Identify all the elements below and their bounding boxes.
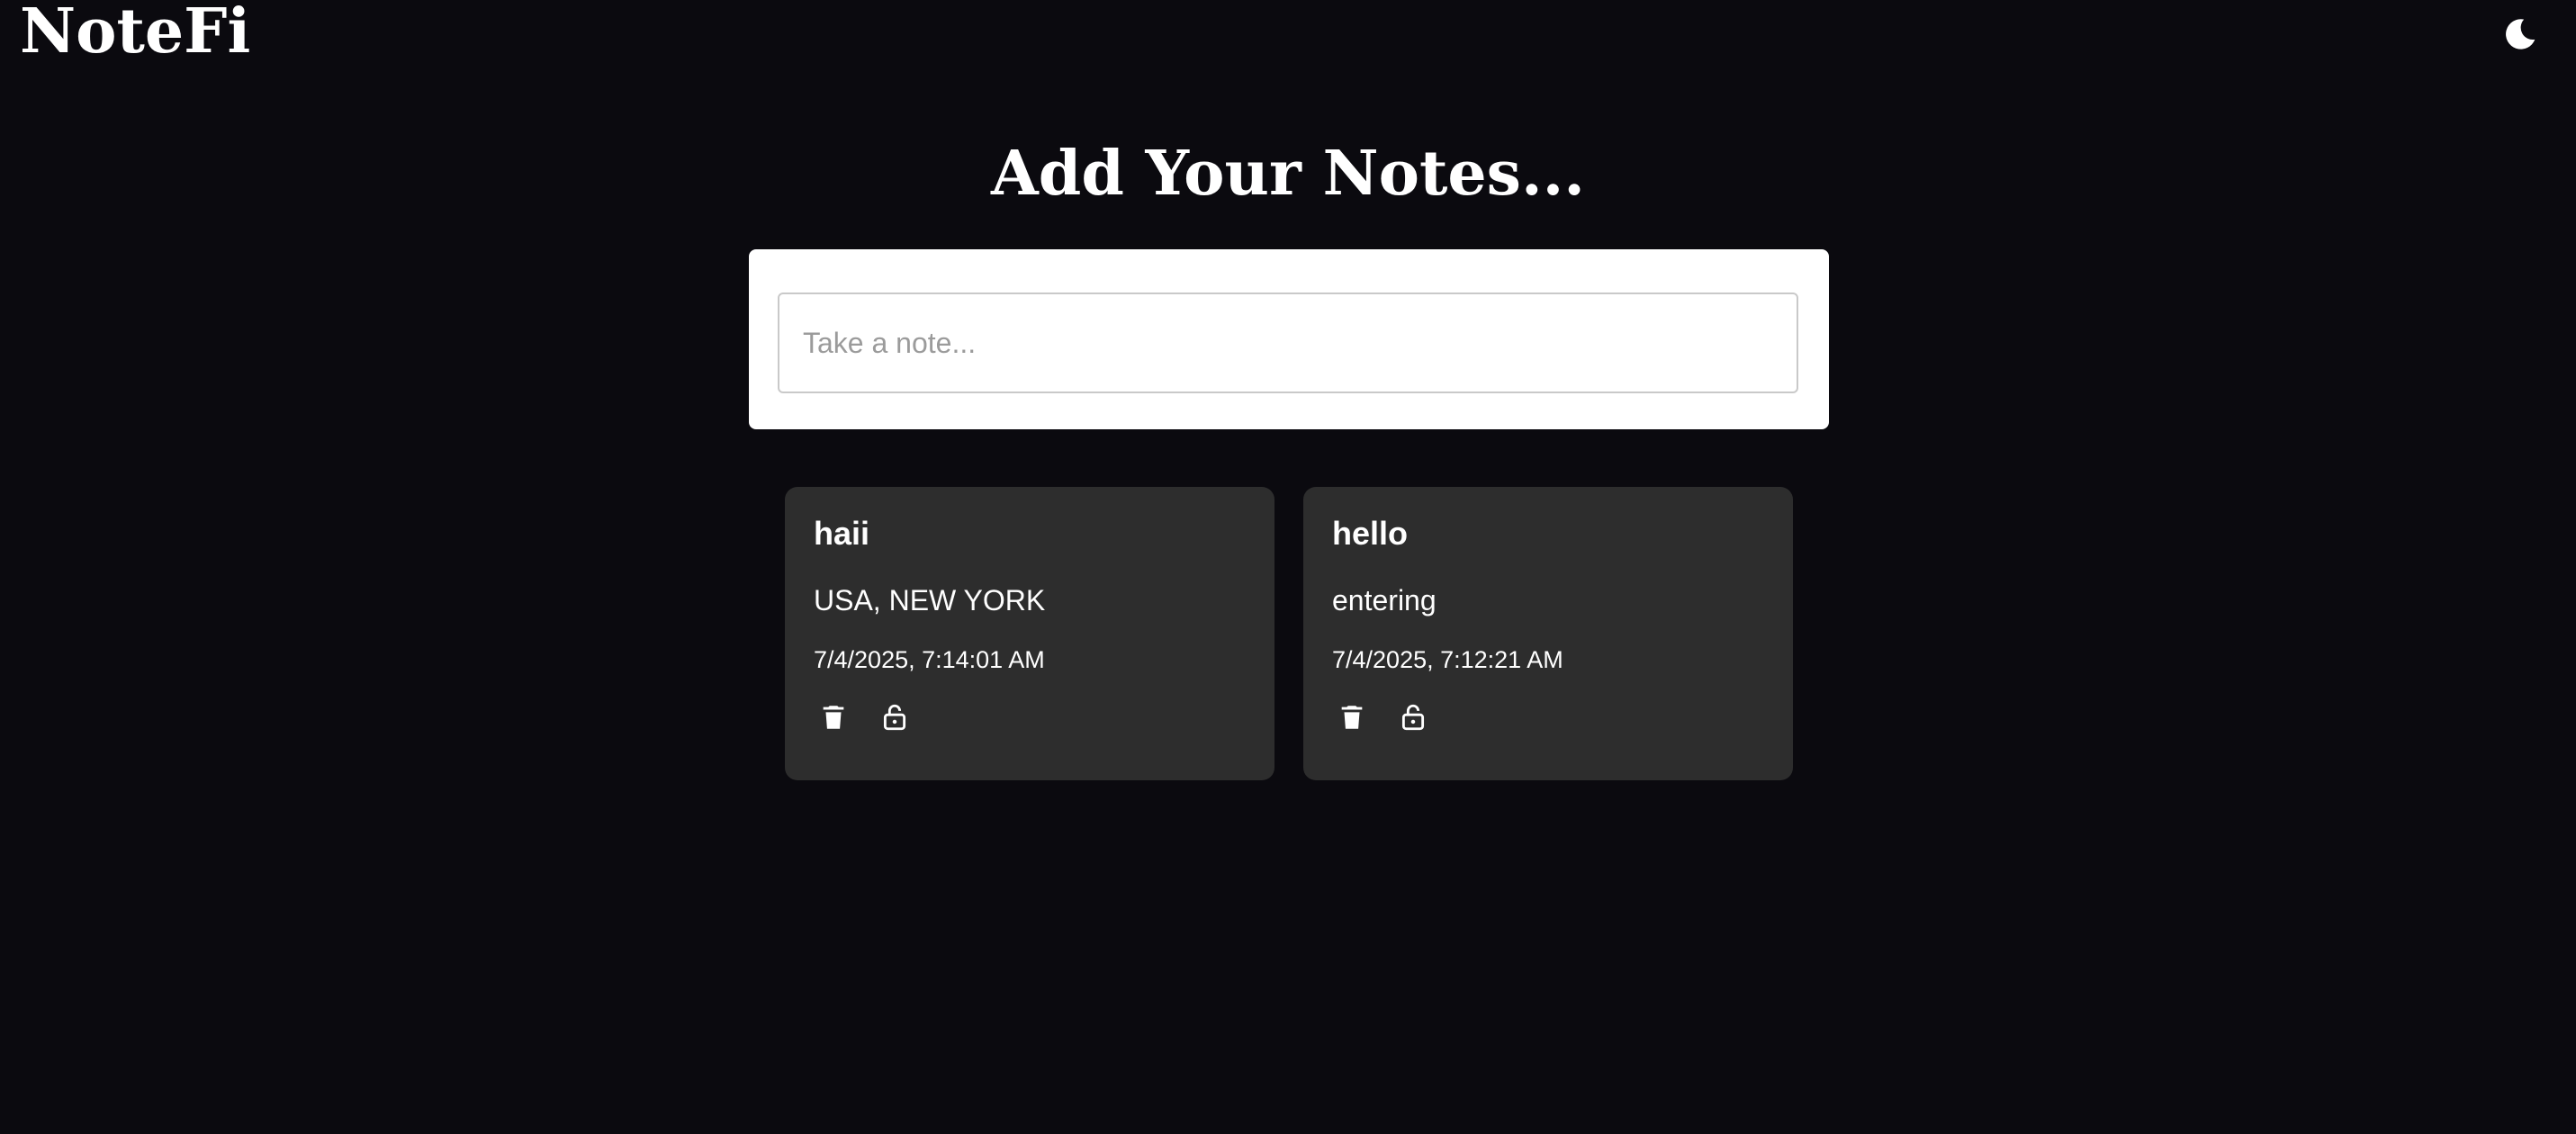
note-title: hello xyxy=(1332,515,1409,552)
note-title: haii xyxy=(814,515,870,552)
note-actions xyxy=(1332,698,1764,737)
delete-note-button[interactable] xyxy=(1332,698,1372,737)
delete-note-button[interactable] xyxy=(814,698,853,737)
note-composer xyxy=(749,249,1829,429)
page-title: Add Your Notes... xyxy=(991,138,1585,210)
theme-toggle-button[interactable] xyxy=(2499,13,2542,56)
trash-icon xyxy=(823,706,844,729)
note-timestamp: 7/4/2025, 7:12:21 AM xyxy=(1332,646,1563,673)
note-actions xyxy=(814,698,1246,737)
note-card[interactable]: haii USA, NEW YORK 7/4/2025, 7:14:01 AM xyxy=(785,487,1274,780)
unlock-icon xyxy=(1401,704,1425,731)
trash-icon xyxy=(1341,706,1363,729)
unlock-icon xyxy=(883,704,906,731)
note-timestamp: 7/4/2025, 7:14:01 AM xyxy=(814,646,1045,673)
notes-grid: haii USA, NEW YORK 7/4/2025, 7:14:01 AM xyxy=(785,487,1793,780)
note-card[interactable]: hello entering 7/4/2025, 7:12:21 AM xyxy=(1303,487,1793,780)
moon-icon xyxy=(2506,19,2535,50)
app-root: NoteFi Add Your Notes... haii USA, NEW Y… xyxy=(0,0,2576,1134)
note-body: entering xyxy=(1332,584,1437,616)
brand-logo[interactable]: NoteFi xyxy=(20,0,250,68)
note-input[interactable] xyxy=(778,292,1798,393)
lock-note-button[interactable] xyxy=(875,698,914,737)
note-body: USA, NEW YORK xyxy=(814,584,1046,616)
lock-note-button[interactable] xyxy=(1393,698,1433,737)
